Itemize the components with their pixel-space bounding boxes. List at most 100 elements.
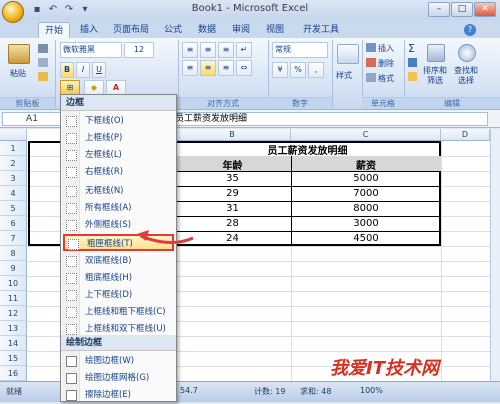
percent-icon[interactable]: % (290, 62, 306, 78)
bold-button[interactable]: B (60, 62, 74, 78)
minimize-button[interactable]: – (428, 2, 450, 17)
help-icon[interactable]: ? (464, 24, 476, 36)
copy-icon[interactable] (38, 58, 48, 67)
row-header[interactable]: 10 (0, 276, 27, 291)
cell-salary[interactable]: 8000 (291, 201, 441, 216)
draw-border-item[interactable]: 绘图边框网格(G) (63, 370, 174, 387)
styles-icon[interactable] (337, 44, 359, 64)
font-name-select[interactable]: 微软雅黑 (60, 42, 122, 58)
formula-input[interactable]: 员工薪资发放明细 (170, 112, 488, 126)
cell-salary[interactable]: 5000 (291, 171, 441, 186)
border-menu-item[interactable]: 上框线和粗下框线(C) (63, 304, 174, 321)
column-header-b[interactable]: B (174, 129, 291, 141)
maximize-button[interactable]: □ (451, 2, 473, 17)
delete-cells-icon[interactable] (366, 58, 376, 67)
row-header[interactable]: 1 (0, 141, 27, 156)
font-size-select[interactable]: 12 (124, 42, 154, 58)
styles-label[interactable]: 样式 (336, 70, 352, 81)
row-header[interactable]: 9 (0, 261, 27, 276)
row-header[interactable]: 3 (0, 171, 27, 186)
format-cells-icon[interactable] (366, 73, 376, 82)
sort-filter-icon[interactable] (427, 44, 445, 62)
column-header-d[interactable]: D (441, 129, 490, 141)
save-icon[interactable]: ▪ (30, 3, 44, 16)
office-button[interactable] (2, 1, 24, 23)
format-painter-icon[interactable] (38, 72, 48, 81)
align-middle-icon[interactable]: ≡ (200, 42, 216, 58)
tab-data[interactable]: 数据 (192, 22, 222, 38)
select-all-corner[interactable] (0, 129, 27, 141)
row-header[interactable]: 7 (0, 231, 27, 246)
draw-border-item[interactable]: 绘图边框(W) (63, 353, 174, 370)
autosum-icon[interactable]: Σ (408, 42, 415, 55)
tab-review[interactable]: 审阅 (226, 22, 256, 38)
tab-insert[interactable]: 插入 (74, 22, 104, 38)
find-select-label[interactable]: 查找和 选择 (454, 66, 478, 86)
draw-border-item[interactable]: 擦除边框(E) (63, 387, 174, 404)
row-header[interactable]: 2 (0, 156, 27, 171)
header-age[interactable]: 年龄 (174, 157, 291, 172)
row-header[interactable]: 5 (0, 201, 27, 216)
column-header-c[interactable]: C (291, 129, 441, 141)
row-header[interactable]: 8 (0, 246, 27, 261)
table-title[interactable]: 员工薪资发放明细 (174, 142, 441, 157)
find-select-icon[interactable] (458, 44, 476, 62)
fill-icon[interactable] (408, 58, 417, 67)
cell-salary[interactable]: 7000 (291, 186, 441, 201)
border-menu-item[interactable]: 右框线(R) (63, 164, 174, 181)
redo-icon[interactable]: ↷ (62, 3, 76, 16)
underline-button[interactable]: U (92, 62, 106, 78)
align-left-icon[interactable]: ≡ (182, 60, 198, 76)
merge-center-icon[interactable]: ⇔ (236, 60, 252, 76)
sort-filter-label[interactable]: 排序和 筛选 (423, 66, 447, 86)
cell-salary[interactable]: 4500 (291, 231, 441, 246)
cell-age[interactable]: 31 (174, 201, 291, 216)
wrap-text-icon[interactable]: ↵ (236, 42, 252, 58)
align-center-icon[interactable]: ≡ (200, 60, 216, 76)
border-menu-item[interactable]: 粗底框线(H) (63, 270, 174, 287)
border-menu-item[interactable]: 无框线(N) (63, 183, 174, 200)
tab-developer[interactable]: 开发工具 (298, 22, 344, 38)
delete-cells-label[interactable]: 删除 (378, 58, 394, 69)
row-header[interactable]: 13 (0, 321, 27, 336)
name-box[interactable]: A1 (2, 112, 62, 126)
row-header[interactable]: 16 (0, 366, 27, 381)
qat-customize-icon[interactable]: ▾ (78, 3, 92, 16)
tab-home[interactable]: 开始 (38, 22, 70, 38)
border-menu-item[interactable]: 上框线(P) (63, 130, 174, 147)
row-header[interactable]: 4 (0, 186, 27, 201)
align-right-icon[interactable]: ≡ (218, 60, 234, 76)
insert-cells-label[interactable]: 插入 (378, 43, 394, 54)
border-menu-item[interactable]: 下框线(O) (63, 113, 174, 130)
close-button[interactable]: ✕ (474, 2, 496, 17)
row-header[interactable]: 11 (0, 291, 27, 306)
paste-icon[interactable] (8, 44, 30, 64)
zoom-level[interactable]: 100% (360, 386, 383, 395)
comma-icon[interactable]: , (308, 62, 324, 78)
row-header[interactable]: 15 (0, 351, 27, 366)
tab-formulas[interactable]: 公式 (158, 22, 188, 38)
row-header[interactable]: 12 (0, 306, 27, 321)
insert-cells-icon[interactable] (366, 43, 376, 52)
cut-icon[interactable] (38, 44, 48, 53)
vertical-scrollbar[interactable] (490, 129, 500, 381)
currency-icon[interactable]: ¥ (272, 62, 288, 78)
tab-page-layout[interactable]: 页面布局 (108, 22, 154, 38)
cell-age[interactable]: 29 (174, 186, 291, 201)
cell-salary[interactable]: 3000 (291, 216, 441, 231)
tab-view[interactable]: 视图 (260, 22, 290, 38)
format-cells-label[interactable]: 格式 (378, 73, 394, 84)
row-header[interactable]: 6 (0, 216, 27, 231)
border-menu-item[interactable]: 所有框线(A) (63, 200, 174, 217)
align-top-icon[interactable]: ≡ (182, 42, 198, 58)
italic-button[interactable]: I (76, 62, 90, 78)
undo-icon[interactable]: ↶ (46, 3, 60, 16)
border-menu-item[interactable]: 左框线(L) (63, 147, 174, 164)
align-bottom-icon[interactable]: ≡ (218, 42, 234, 58)
clear-icon[interactable] (408, 72, 417, 81)
header-salary[interactable]: 薪资 (291, 157, 441, 172)
row-header[interactable]: 14 (0, 336, 27, 351)
number-format-select[interactable]: 常规 (272, 42, 328, 58)
border-menu-item[interactable]: 上下框线(D) (63, 287, 174, 304)
cell-age[interactable]: 35 (174, 171, 291, 186)
